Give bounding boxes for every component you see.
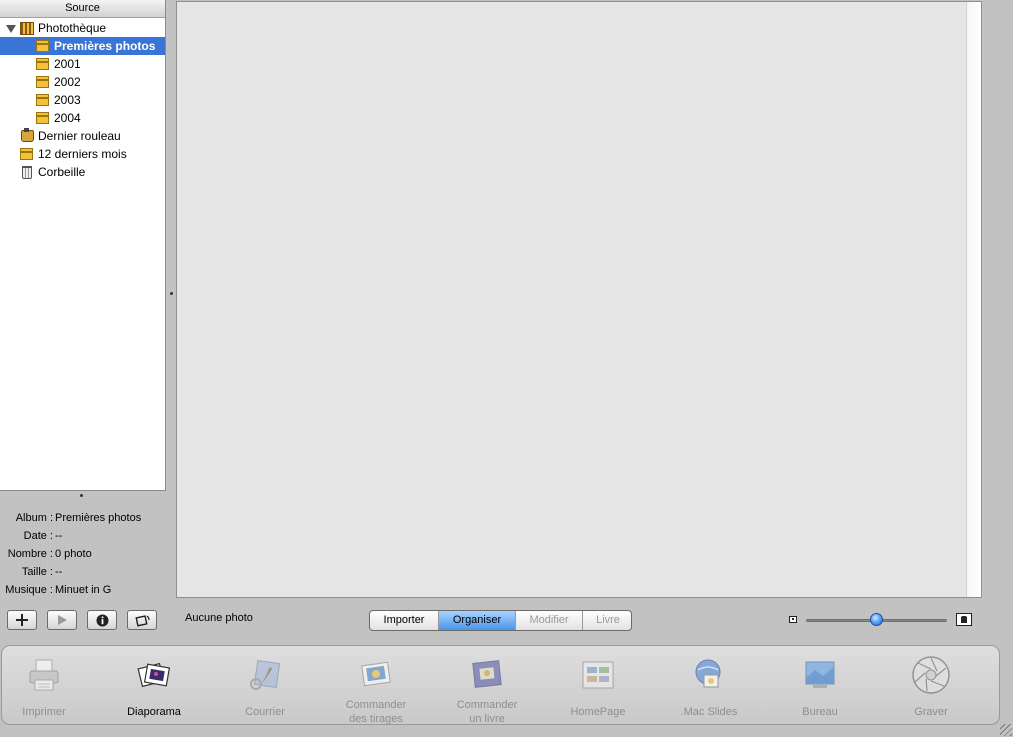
calendar-icon	[36, 76, 49, 88]
action-toolbar: Imprimer Diaporama Courrier Commander de…	[1, 645, 1000, 725]
source-item-first-photos[interactable]: Premières photos	[0, 37, 165, 55]
calendar-icon	[36, 112, 49, 124]
photo-viewer[interactable]	[176, 1, 982, 598]
info-album-label: Album :	[15, 512, 53, 524]
mode-book-tab[interactable]: Livre	[583, 611, 631, 630]
info-count: Nombre : 0 photo	[0, 545, 175, 563]
calendar-icon	[20, 148, 33, 160]
vertical-scrollbar[interactable]	[966, 2, 981, 597]
tool-label: Imprimer	[22, 706, 66, 718]
info-date-label: Date :	[23, 530, 53, 542]
calendar-icon	[36, 40, 49, 52]
disclosure-triangle-icon[interactable]	[6, 25, 16, 33]
film-roll-icon	[21, 128, 34, 142]
info-music-label: Musique :	[5, 584, 53, 596]
mode-import-tab[interactable]: Importer	[370, 611, 439, 630]
info-music-value: Minuet in G	[55, 584, 112, 596]
thumbnail-size-slider-knob[interactable]	[870, 613, 883, 626]
source-item-label: 2002	[54, 75, 81, 89]
info-music: Musique : Minuet in G	[0, 581, 175, 599]
source-item-label: Photothèque	[38, 21, 107, 35]
source-item-trash[interactable]: Corbeille	[0, 163, 165, 181]
mac-slides-button[interactable]: .Mac Slides	[654, 646, 764, 726]
calendar-icon	[36, 94, 49, 106]
source-item-label: 2003	[54, 93, 81, 107]
info-album-value: Premières photos	[55, 512, 142, 524]
source-item-2004[interactable]: 2004	[0, 109, 165, 127]
order-book-icon	[472, 660, 502, 688]
source-item-2002[interactable]: 2002	[0, 73, 165, 91]
info-album: Album : Premières photos	[0, 509, 175, 527]
source-item-label: Corbeille	[38, 165, 86, 179]
vertical-splitter-handle[interactable]	[170, 292, 173, 295]
source-item-label: 12 derniers mois	[38, 147, 127, 161]
tool-label: Diaporama	[127, 706, 181, 718]
info-count-label: Nombre :	[7, 548, 53, 560]
tool-label: Commander des tirages	[345, 699, 407, 725]
tool-label: Courrier	[245, 706, 285, 718]
source-item-label: 2001	[54, 57, 81, 71]
play-icon	[58, 615, 67, 625]
info-count-value: 0 photo	[55, 548, 92, 560]
tool-label: HomePage	[570, 706, 626, 718]
mail-button[interactable]: Courrier	[210, 646, 320, 726]
info-size-value: --	[55, 566, 63, 578]
print-button[interactable]: Imprimer	[0, 646, 99, 726]
library-icon	[20, 22, 34, 35]
homepage-button[interactable]: HomePage	[543, 646, 653, 726]
desktop-button[interactable]: Bureau	[765, 646, 875, 726]
homepage-icon	[582, 661, 614, 689]
source-item-label: Premières photos	[54, 39, 156, 53]
info-size-label: Taille :	[21, 566, 53, 578]
status-text: Aucune photo	[185, 612, 253, 624]
source-item-2003[interactable]: 2003	[0, 91, 165, 109]
large-thumbnail-icon	[956, 613, 972, 626]
source-item-label: 2004	[54, 111, 81, 125]
mac-slides-icon	[695, 659, 721, 688]
info-date-value: --	[55, 530, 63, 542]
mode-segmented-control[interactable]: Importer Organiser Modifier Livre	[369, 610, 632, 631]
add-album-button[interactable]	[7, 610, 37, 630]
order-prints-button[interactable]: Commander des tirages	[321, 646, 431, 726]
tool-label: .Mac Slides	[680, 706, 738, 718]
play-slideshow-button[interactable]	[47, 610, 77, 630]
calendar-icon	[36, 58, 49, 70]
rotate-button[interactable]	[127, 610, 157, 630]
source-item-2001[interactable]: 2001	[0, 55, 165, 73]
printer-icon	[29, 659, 59, 691]
small-thumbnail-icon	[789, 616, 797, 623]
horizontal-splitter-handle[interactable]	[80, 494, 83, 497]
source-panel[interactable]: Source Photothèque Premières photos 2001…	[0, 0, 166, 491]
slideshow-button[interactable]: Diaporama	[99, 646, 209, 726]
tool-label: Commander un livre	[456, 699, 518, 725]
info-size: Taille : --	[0, 563, 175, 581]
tool-label: Bureau	[802, 706, 838, 718]
plus-icon	[16, 614, 28, 626]
trash-icon	[22, 166, 32, 179]
mode-organize-tab[interactable]: Organiser	[439, 611, 516, 630]
info-icon	[96, 614, 108, 627]
source-item-last-12-months[interactable]: 12 derniers mois	[0, 145, 165, 163]
source-item-label: Dernier rouleau	[38, 129, 121, 143]
info-date: Date : --	[0, 527, 175, 545]
mode-edit-tab[interactable]: Modifier	[516, 611, 583, 630]
desktop-icon	[805, 661, 835, 688]
source-item-last-roll[interactable]: Dernier rouleau	[0, 127, 165, 145]
burn-icon	[912, 656, 950, 694]
mail-icon	[250, 660, 281, 690]
order-book-button[interactable]: Commander un livre	[432, 646, 542, 726]
info-button[interactable]	[87, 610, 117, 630]
rotate-icon	[135, 615, 150, 627]
burn-button[interactable]: Graver	[876, 646, 986, 726]
source-header: Source	[0, 0, 165, 18]
tool-label: Graver	[914, 706, 948, 718]
slideshow-icon	[137, 662, 171, 688]
order-prints-icon	[361, 661, 391, 687]
source-item-library[interactable]: Photothèque	[0, 19, 165, 37]
window-resize-grip[interactable]	[1000, 724, 1012, 736]
